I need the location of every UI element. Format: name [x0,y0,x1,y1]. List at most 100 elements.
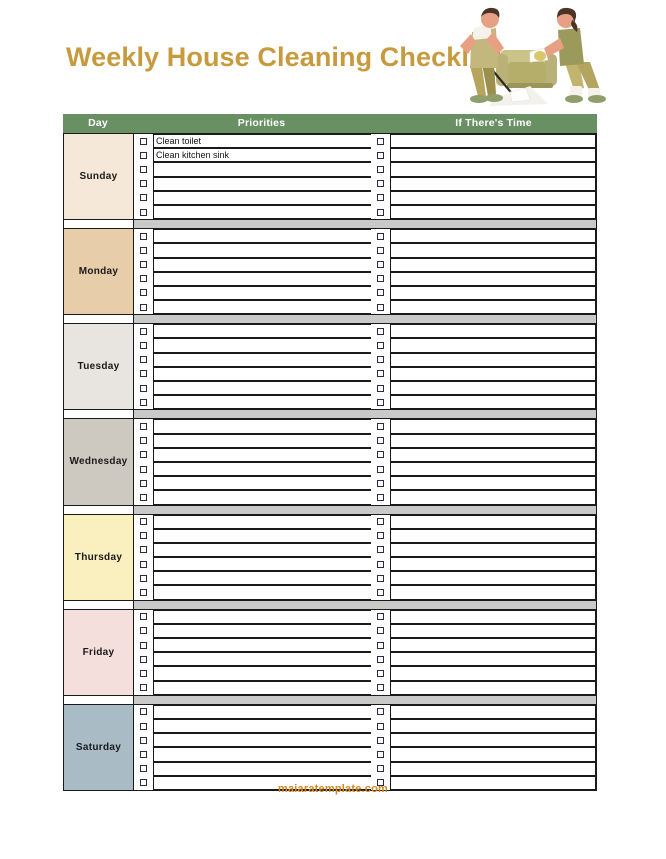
checkbox-icon[interactable] [140,627,147,635]
if-theres-time-checkbox-cell[interactable] [371,609,390,624]
priority-input[interactable] [153,461,372,477]
priority-checkbox-cell[interactable] [134,395,153,410]
priority-checkbox-cell[interactable] [134,229,153,244]
if-theres-time-checkbox-cell[interactable] [371,134,390,149]
priority-input[interactable] [153,476,372,491]
if-theres-time-input[interactable] [390,366,596,381]
if-theres-time-checkbox-cell[interactable] [371,324,390,339]
priority-input[interactable] [153,704,372,719]
if-theres-time-input[interactable] [390,514,596,529]
priority-input[interactable] [153,652,372,667]
if-theres-time-checkbox-cell[interactable] [371,433,390,448]
if-theres-time-checkbox-cell[interactable] [371,585,390,600]
if-theres-time-checkbox-cell[interactable] [371,352,390,367]
priority-checkbox-cell[interactable] [134,190,153,205]
if-theres-time-input[interactable] [390,461,596,477]
priority-checkbox-cell[interactable] [134,447,153,462]
checkbox-icon[interactable] [377,327,384,335]
checkbox-icon[interactable] [377,708,384,716]
if-theres-time-checkbox-cell[interactable] [371,229,390,244]
checkbox-icon[interactable] [140,356,147,364]
checkbox-icon[interactable] [377,589,384,597]
if-theres-time-checkbox-cell[interactable] [371,190,390,205]
priority-checkbox-cell[interactable] [134,366,153,381]
checkbox-icon[interactable] [140,137,147,145]
if-theres-time-input[interactable] [390,352,596,367]
priority-input[interactable] [153,229,372,244]
checkbox-icon[interactable] [140,655,147,663]
priority-input[interactable] [153,285,372,301]
if-theres-time-checkbox-cell[interactable] [371,447,390,462]
priority-input[interactable] [153,585,372,600]
priority-checkbox-cell[interactable] [134,542,153,558]
priority-checkbox-cell[interactable] [134,585,153,600]
checkbox-icon[interactable] [377,422,384,430]
checkbox-icon[interactable] [377,518,384,526]
if-theres-time-checkbox-cell[interactable] [371,285,390,301]
if-theres-time-checkbox-cell[interactable] [371,638,390,653]
priority-checkbox-cell[interactable] [134,352,153,367]
checkbox-icon[interactable] [377,627,384,635]
if-theres-time-checkbox-cell[interactable] [371,476,390,491]
priority-checkbox-cell[interactable] [134,419,153,434]
if-theres-time-input[interactable] [390,571,596,586]
priority-checkbox-cell[interactable] [134,638,153,653]
checkbox-icon[interactable] [377,303,384,311]
checkbox-icon[interactable] [377,684,384,692]
if-theres-time-checkbox-cell[interactable] [371,557,390,572]
priority-input[interactable] [153,190,372,205]
if-theres-time-input[interactable] [390,134,596,149]
if-theres-time-input[interactable] [390,176,596,191]
if-theres-time-checkbox-cell[interactable] [371,718,390,734]
checkbox-icon[interactable] [140,613,147,621]
if-theres-time-input[interactable] [390,257,596,272]
if-theres-time-input[interactable] [390,528,596,543]
priority-checkbox-cell[interactable] [134,461,153,477]
priority-checkbox-cell[interactable] [134,148,153,163]
priority-checkbox-cell[interactable] [134,557,153,572]
if-theres-time-checkbox-cell[interactable] [371,271,390,286]
if-theres-time-checkbox-cell[interactable] [371,148,390,163]
checkbox-icon[interactable] [140,560,147,568]
checkbox-icon[interactable] [377,232,384,240]
checkbox-icon[interactable] [140,370,147,378]
checkbox-icon[interactable] [140,722,147,730]
priority-input[interactable]: Clean kitchen sink [153,148,372,163]
priority-input[interactable] [153,433,372,448]
priority-checkbox-cell[interactable] [134,514,153,529]
if-theres-time-checkbox-cell[interactable] [371,528,390,543]
if-theres-time-checkbox-cell[interactable] [371,623,390,638]
priority-checkbox-cell[interactable] [134,652,153,667]
priority-input[interactable] [153,557,372,572]
priority-checkbox-cell[interactable] [134,134,153,149]
priority-input[interactable] [153,243,372,258]
if-theres-time-input[interactable] [390,476,596,491]
priority-checkbox-cell[interactable] [134,338,153,353]
checkbox-icon[interactable] [377,208,384,216]
if-theres-time-input[interactable] [390,733,596,748]
if-theres-time-checkbox-cell[interactable] [371,395,390,410]
if-theres-time-checkbox-cell[interactable] [371,514,390,529]
if-theres-time-checkbox-cell[interactable] [371,571,390,586]
priority-checkbox-cell[interactable] [134,747,153,762]
priority-input[interactable] [153,162,372,177]
priority-checkbox-cell[interactable] [134,718,153,734]
priority-input[interactable] [153,528,372,543]
priority-checkbox-cell[interactable] [134,490,153,505]
priority-checkbox-cell[interactable] [134,609,153,624]
priority-checkbox-cell[interactable] [134,285,153,301]
checkbox-icon[interactable] [377,465,384,473]
checkbox-icon[interactable] [140,684,147,692]
priority-checkbox-cell[interactable] [134,176,153,191]
if-theres-time-checkbox-cell[interactable] [371,490,390,505]
if-theres-time-checkbox-cell[interactable] [371,542,390,558]
checkbox-icon[interactable] [140,451,147,459]
checkbox-icon[interactable] [377,560,384,568]
checkbox-icon[interactable] [140,422,147,430]
checkbox-icon[interactable] [377,532,384,540]
priority-checkbox-cell[interactable] [134,300,153,315]
checkbox-icon[interactable] [140,384,147,392]
if-theres-time-checkbox-cell[interactable] [371,680,390,695]
checkbox-icon[interactable] [377,493,384,501]
checkbox-icon[interactable] [377,384,384,392]
